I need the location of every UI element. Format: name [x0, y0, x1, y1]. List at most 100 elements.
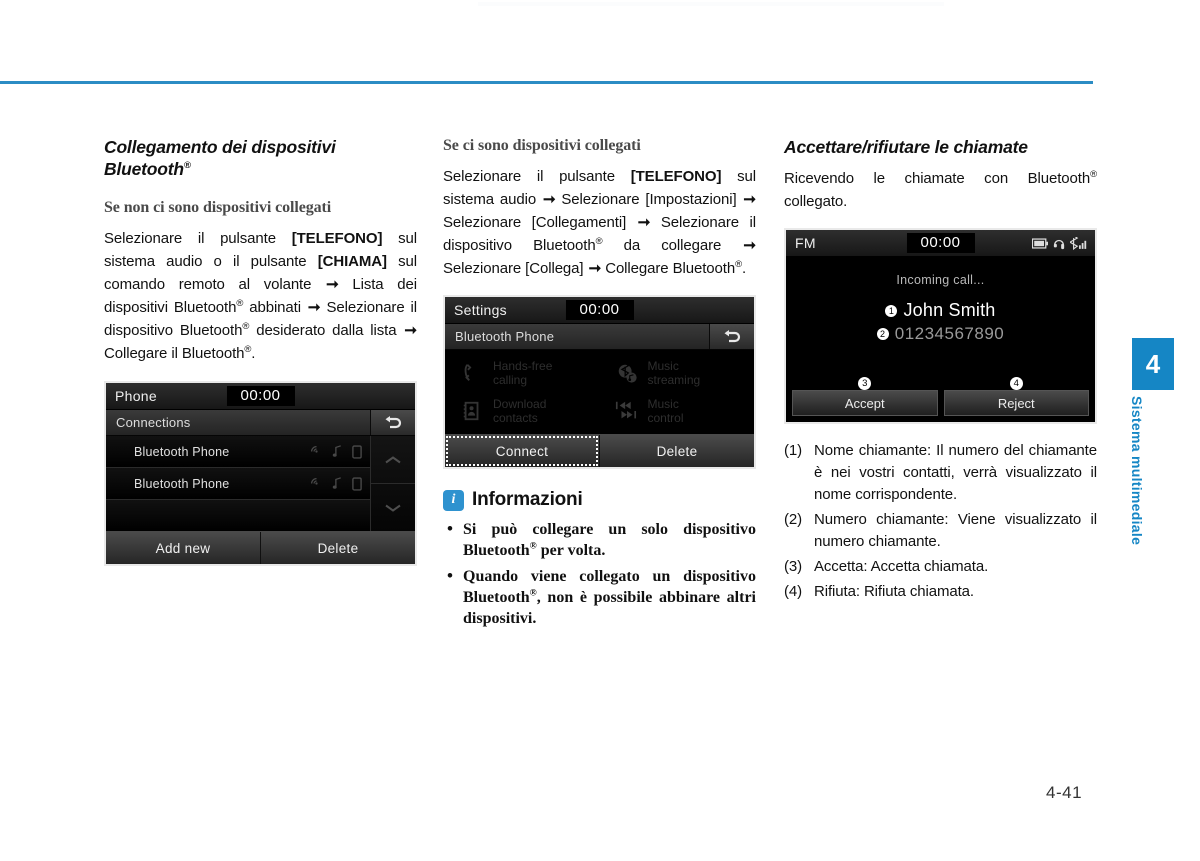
device-list: Bluetooth Phone Bluetooth Phone — [106, 436, 370, 531]
feature-grid: Hands-free calling Music streaming Downl… — [445, 350, 754, 434]
screen-title-bluetooth-phone: Bluetooth Phone — [455, 329, 555, 344]
caller-name: John Smith — [903, 300, 996, 320]
incoming-call-body: Incoming call... 1 John Smith 2 0123456789… — [786, 257, 1095, 377]
accept-call-button[interactable]: Accept — [792, 390, 938, 416]
registered-mark: ® — [183, 160, 191, 172]
back-arrow-glyph — [724, 329, 741, 342]
header-rule — [0, 81, 1093, 84]
screen-clock: 00:00 — [565, 300, 634, 320]
device-row-icons — [310, 476, 362, 491]
chapter-tab: 4 — [1132, 338, 1174, 390]
manual-page: Collegamento dei dispositivi Bluetooth® … — [0, 0, 1200, 861]
feature-download-contacts: Download contacts — [445, 397, 600, 425]
phone-device-icon — [352, 476, 362, 491]
page-number: 4-41 — [1046, 783, 1083, 802]
list-item: (1) Nome chiamante: Il numero del chiaman… — [784, 440, 1097, 506]
battery-icon — [1032, 237, 1048, 249]
item-text: Rifiuta: Rifiuta chiamata. — [814, 583, 974, 600]
feature-label: Music streaming — [648, 359, 701, 387]
chevron-down-icon[interactable] — [371, 484, 415, 531]
chevron-up-icon[interactable] — [371, 436, 415, 484]
section-title-bluetooth-connection: Collegamento dei dispositivi Bluetooth® — [104, 136, 417, 180]
feature-label: Music control — [648, 397, 684, 425]
column-left: Collegamento dei dispositivi Bluetooth® … — [104, 136, 417, 566]
item-text: Accetta: Accetta chiamata. — [814, 558, 989, 575]
back-arrow-glyph — [385, 415, 402, 428]
list-item: (3) Accetta: Accetta chiamata. — [784, 556, 1097, 578]
informazioni-header: i Informazioni — [443, 489, 756, 511]
feature-label-line1: Music — [647, 397, 679, 411]
reject-call-button[interactable]: Reject — [943, 390, 1089, 416]
screen-source-label: Settings — [454, 302, 507, 318]
list-item: (4) Rifiuta: Rifiuta chiamata. — [784, 581, 1097, 603]
feature-label-line2: contacts — [493, 411, 538, 425]
section-title-line2: Bluetooth — [104, 159, 184, 179]
track-skip-icon — [614, 398, 640, 424]
chapter-number: 4 — [1145, 348, 1161, 379]
delete-button[interactable]: Delete — [260, 532, 415, 564]
screenshot-settings-bluetooth-phone: Settings 00:00 Bluetooth Phone Hands-fre… — [443, 295, 756, 469]
column-right: Accettare/rifiutare le chiamate Ricevend… — [784, 136, 1097, 606]
screen-clock: 00:00 — [906, 233, 975, 253]
callout-marker-row: 3 4 — [786, 377, 1095, 390]
body-devices-connected: Selezionare il pulsante [TELEFONO] sul s… — [443, 168, 756, 277]
connect-button[interactable]: Connect — [445, 435, 599, 467]
music-note-icon — [332, 445, 341, 457]
screen-source-label: Phone — [115, 388, 157, 404]
informazioni-block: i Informazioni Si può collegare un solo … — [443, 489, 756, 629]
device-name: Bluetooth Phone — [134, 444, 230, 459]
item-index: (3) — [784, 558, 803, 575]
item-index: (4) — [784, 583, 803, 600]
caller-number: 01234567890 — [894, 324, 1005, 343]
screenshot-incoming-call: FM 00:00 Incoming call... 1 John Smith 20… — [784, 228, 1097, 424]
feature-music-control: Music control — [600, 397, 755, 425]
feature-music-streaming: Music streaming — [600, 359, 755, 387]
item-text: Numero chiamante: Viene visualizzato il … — [814, 511, 1097, 550]
chapter-label: Sistema multimediale — [1129, 396, 1145, 546]
screen-clock: 00:00 — [226, 386, 295, 406]
informazioni-title: Informazioni — [472, 489, 583, 510]
feature-label-line1: Hands-free — [493, 359, 553, 373]
back-arrow-icon[interactable] — [370, 410, 415, 435]
feature-hands-free-calling: Hands-free calling — [445, 359, 600, 387]
callout-description-list: (1) Nome chiamante: Il numero del chiaman… — [784, 440, 1097, 603]
list-scrollbar[interactable] — [370, 436, 415, 531]
feature-label: Download contacts — [493, 397, 546, 425]
table-row-empty[interactable] — [106, 500, 370, 531]
call-action-buttons: Accept Reject — [786, 390, 1095, 422]
bluetooth-music-icon — [614, 360, 640, 386]
screen-title-connections: Connections — [116, 415, 191, 430]
info-icon: i — [443, 489, 464, 511]
screen-status-bar: Phone 00:00 — [106, 383, 415, 410]
section-title-line1: Collegamento dei dispositivi — [104, 137, 336, 157]
handset-glyph — [464, 364, 472, 381]
caller-name-row: 1 John Smith — [786, 300, 1095, 321]
screen-status-bar: Settings 00:00 — [445, 297, 754, 324]
chevron-up-glyph — [385, 455, 401, 463]
screen-bottom-bar: Connect Delete — [445, 434, 754, 467]
informazioni-list: Si può collegare un solo dispositivo Blu… — [443, 518, 756, 629]
screen-source-label: FM — [795, 235, 816, 251]
status-icon-group — [1032, 236, 1088, 250]
callout-marker-2: 2 — [876, 328, 889, 340]
screen-status-bar: FM 00:00 — [786, 230, 1095, 257]
feature-label-line2: control — [647, 411, 684, 425]
subtitle-no-devices: Se non ci sono dispositivi collegati — [104, 199, 332, 216]
contacts-download-icon — [459, 398, 485, 424]
add-new-button[interactable]: Add new — [106, 532, 260, 564]
item-index: (2) — [784, 511, 803, 528]
phone-device-icon — [352, 444, 362, 459]
callout-marker-3: 3 — [858, 377, 872, 390]
subtitle-devices-connected: Se ci sono dispositivi collegati — [443, 137, 641, 154]
list-item: Quando viene collegato un dispositivo Bl… — [443, 565, 756, 629]
handset-icon — [459, 360, 485, 386]
table-row[interactable]: Bluetooth Phone — [106, 468, 370, 500]
call-status-text: Incoming call... — [896, 273, 985, 287]
back-arrow-icon[interactable] — [709, 324, 754, 349]
callout-marker-1: 1 — [885, 305, 898, 317]
feature-label-line2: streaming — [647, 373, 701, 387]
section-title-accept-reject-calls: Accettare/rifiutare le chiamate — [784, 137, 1028, 157]
delete-button[interactable]: Delete — [599, 435, 754, 467]
table-row[interactable]: Bluetooth Phone — [106, 436, 370, 468]
bluetooth-audio-icon — [310, 477, 318, 485]
